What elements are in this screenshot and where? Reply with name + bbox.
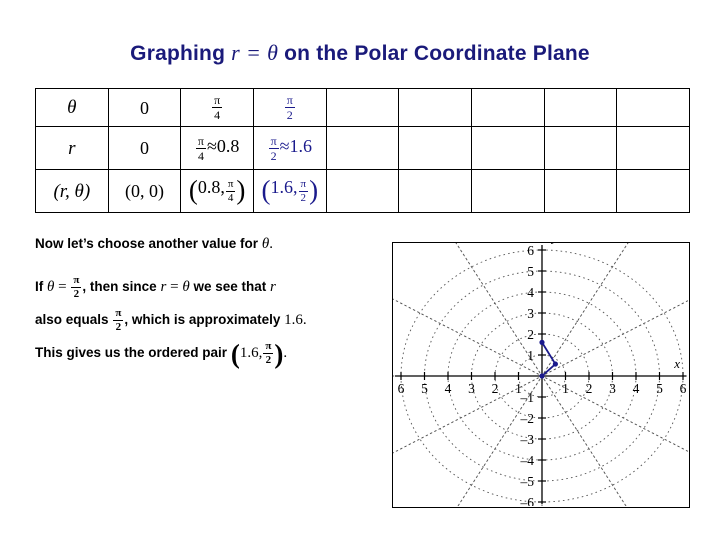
line2-then-since: , then since <box>82 278 157 294</box>
table-row-r: r 0 π 4 ≈0.8 π 2 ≈1.6 <box>35 126 690 170</box>
cell-pair-empty-5 <box>616 169 690 213</box>
polar-curve-segment <box>541 341 557 377</box>
cell-theta-label: θ <box>35 88 109 127</box>
cell-r-label: r <box>35 126 109 170</box>
cell-r-empty-3 <box>470 126 545 170</box>
cell-pair-empty-3 <box>470 169 545 213</box>
cell-r-empty-4 <box>543 126 618 170</box>
y-tick-label-minus-2: –2 <box>520 411 535 426</box>
line2-equals: = <box>58 278 67 295</box>
line2-r-2: r <box>270 278 276 295</box>
x-tick-label-minus-5: 5 <box>421 381 428 396</box>
polar-coordinate-plane: 1122334455661–12–23–34–45–56–6yx <box>392 242 690 508</box>
x-tick-label-minus-6: 6 <box>398 381 405 396</box>
title-pre: Graphing <box>130 42 226 65</box>
line2-theta-2: θ <box>182 278 190 295</box>
y-tick-label-minus-4: –4 <box>520 453 535 468</box>
cell-r-pi2: π 2 ≈1.6 <box>252 126 327 170</box>
cell-r-pi4: π 4 ≈0.8 <box>180 126 254 170</box>
y-tick-label-3: 3 <box>527 306 534 321</box>
title-post: on the Polar Coordinate Plane <box>284 42 590 65</box>
y-tick-label-2: 2 <box>527 327 534 342</box>
explanation-text: Now let’s choose another value for θ. If… <box>35 236 385 369</box>
cell-pair-16-pi2: (1.6, π 2 ) <box>252 169 327 213</box>
cell-theta-0: 0 <box>107 88 182 127</box>
cell-pair-empty-4 <box>543 169 618 213</box>
cell-theta-empty-5 <box>616 88 690 127</box>
cell-theta-pi4: π 4 <box>180 88 254 127</box>
cell-theta-empty-3 <box>470 88 545 127</box>
x-tick-label-5: 5 <box>656 381 663 396</box>
y-tick-label-minus-6: –6 <box>520 495 535 506</box>
cell-pair-label: (r, θ) <box>35 169 109 213</box>
explanation-line-4: This gives us the ordered pair (1.6, π 2). <box>35 338 288 369</box>
line3-value: 1.6 <box>284 311 303 328</box>
line3-also-equals: also equals <box>35 311 109 327</box>
page-title: Graphing r = θ on the Polar Coordinate P… <box>0 40 720 66</box>
y-tick-label-1: 1 <box>527 348 534 363</box>
line4-paren-open: ( <box>230 338 240 369</box>
cell-theta-empty-2 <box>398 88 472 127</box>
explanation-line-2: If θ = π2, then since r = θ we see that … <box>35 274 276 300</box>
y-axis-label: y <box>550 243 558 244</box>
y-tick-label-minus-3: –3 <box>520 432 535 447</box>
x-tick-label-minus-3: 3 <box>468 381 475 396</box>
y-tick-label-5: 5 <box>527 264 534 279</box>
explanation-line-3: also equals π2, which is approximately 1… <box>35 307 307 333</box>
cell-theta-pi2: π 2 <box>252 88 327 127</box>
line2-equals-2: = <box>170 278 179 295</box>
title-equals: = <box>245 40 262 65</box>
x-tick-label-6: 6 <box>680 381 687 396</box>
polar-grid-svg: 1122334455661–12–23–34–45–56–6yx <box>393 243 688 506</box>
x-tick-label-2: 2 <box>586 381 593 396</box>
cell-r-empty-2 <box>398 126 472 170</box>
x-tick-label-minus-2: 2 <box>492 381 499 396</box>
y-tick-label-6: 6 <box>527 243 534 258</box>
x-tick-label-minus-4: 4 <box>445 381 452 396</box>
line4-text: This gives us the ordered pair <box>35 344 228 360</box>
line2-theta: θ <box>47 278 55 295</box>
cell-theta-empty-1 <box>325 88 400 127</box>
cell-pair-08-pi4: (0.8, π 4 ) <box>180 169 254 213</box>
x-tick-label-4: 4 <box>633 381 640 396</box>
cell-pair-empty-2 <box>398 169 472 213</box>
line2-we-see: we see that <box>193 278 267 294</box>
x-tick-label-1: 1 <box>562 381 569 396</box>
explanation-line-1: Now let’s choose another value for θ. <box>35 236 385 253</box>
line4-r-value: 1.6 <box>239 344 259 361</box>
line3-which-is: , which is approximately <box>124 311 281 327</box>
y-tick-label-minus-5: –5 <box>520 474 535 489</box>
table-row-ordered-pair: (r, θ) (0, 0) (0.8, π 4 ) (1.6, π 2 ) <box>35 169 690 213</box>
line4-paren-close: ) <box>274 338 284 369</box>
cell-pair-empty-1 <box>325 169 400 213</box>
table-row-theta: θ 0 π 4 π 2 <box>35 88 690 127</box>
x-axis-label: x <box>673 356 680 371</box>
cell-r-empty-1 <box>325 126 400 170</box>
cell-r-0: 0 <box>107 126 182 170</box>
line1-text: Now let’s choose another value for <box>35 236 259 251</box>
title-var-theta: θ <box>267 40 279 65</box>
cell-theta-empty-4 <box>543 88 618 127</box>
cell-pair-0-0: (0, 0) <box>107 169 182 213</box>
polar-values-table: θ 0 π 4 π 2 r 0 π 4 ≈0.8 π 2 ≈1.6 (r, θ)… <box>35 88 690 213</box>
line2-r: r <box>160 278 167 295</box>
line1-period: . <box>269 236 273 252</box>
y-tick-label-4: 4 <box>527 285 534 300</box>
y-tick-label-minus-1: –1 <box>520 390 535 405</box>
line4-period: . <box>283 344 288 361</box>
line2-if: If <box>35 278 44 294</box>
x-tick-label-3: 3 <box>609 381 616 396</box>
line3-period: . <box>302 311 307 328</box>
cell-r-empty-5 <box>616 126 690 170</box>
title-var-r: r <box>231 40 240 65</box>
